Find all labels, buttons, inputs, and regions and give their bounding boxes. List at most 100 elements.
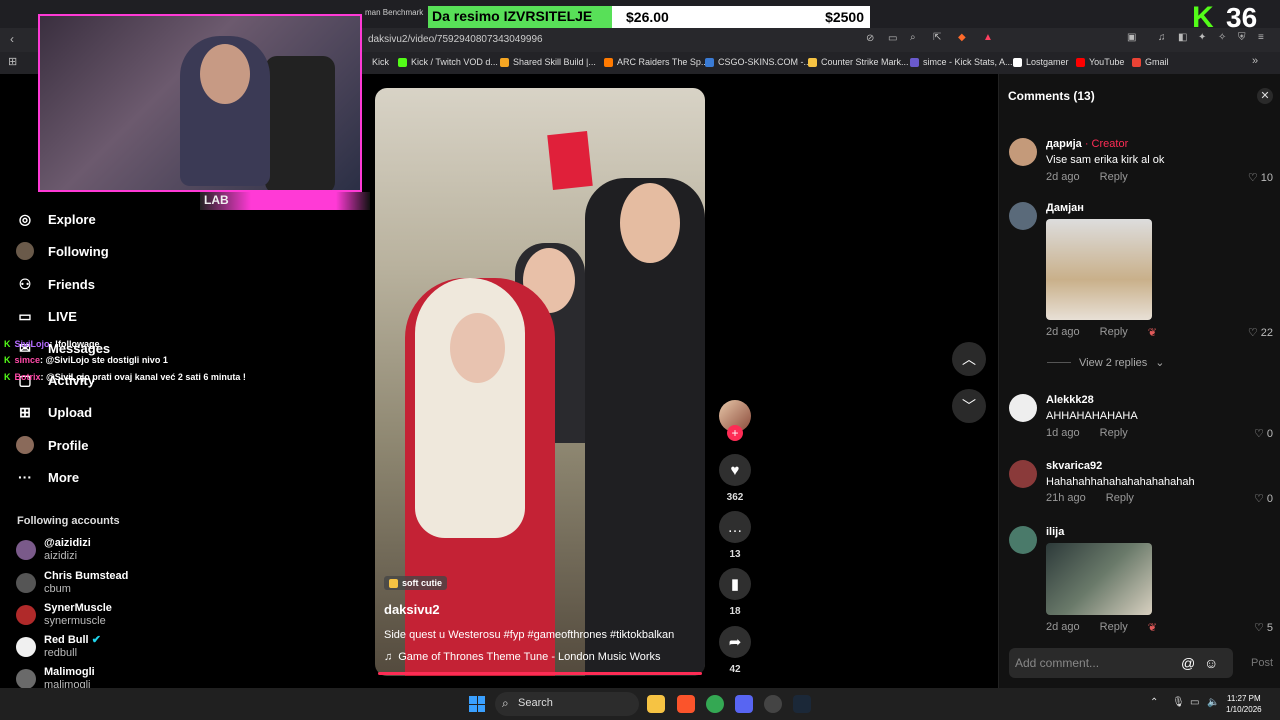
like-comment[interactable]: ♡ 0 (1254, 427, 1273, 440)
bookmark-csgo-skins[interactable]: CSGO-SKINS.COM -... (705, 57, 811, 67)
avatar[interactable] (1009, 394, 1037, 422)
post-button[interactable]: Post (1251, 657, 1273, 669)
tab-benchmark[interactable]: man Benchmark (365, 8, 423, 17)
share-action[interactable]: ➦ 42 (718, 626, 752, 675)
emoji-icon[interactable]: ☺ (1204, 655, 1218, 671)
chrome-icon[interactable] (706, 695, 724, 713)
share-icon[interactable]: ⇱ (933, 32, 941, 43)
previous-video-button[interactable]: ︿ (952, 342, 986, 376)
apps-grid-icon[interactable]: ⊞ (8, 55, 17, 68)
add-comment-input[interactable]: Add comment... (1009, 648, 1233, 678)
sidebar-item-profile[interactable]: Profile (16, 436, 88, 454)
chat-text: : @SiviLojo ste dostigli nivo 1 (40, 355, 168, 365)
bookmark-gmail[interactable]: Gmail (1132, 57, 1169, 67)
sidebar-item-more[interactable]: ··· More (16, 468, 79, 486)
comment-user[interactable]: Дамјан (1046, 202, 1084, 214)
volume-icon[interactable]: 🔈 (1207, 697, 1219, 708)
comment-action[interactable]: … 13 (718, 511, 752, 560)
account-redbull[interactable]: Red Bull ✔ redbull (16, 634, 101, 660)
avatar[interactable] (1009, 138, 1037, 166)
comment-user[interactable]: skvarica92 (1046, 460, 1102, 472)
comment-user[interactable]: дарија · Creator (1046, 138, 1128, 150)
mention-icon[interactable]: @ (1181, 655, 1195, 671)
comment-user[interactable]: Alekkk28 (1046, 394, 1094, 406)
sidebar-item-label: More (48, 469, 80, 485)
like-comment[interactable]: ♡ 10 (1248, 171, 1273, 184)
file-explorer-icon[interactable] (647, 695, 665, 713)
reply-button[interactable]: Reply (1106, 492, 1134, 504)
brave-browser-icon[interactable] (677, 695, 695, 713)
next-video-button[interactable]: ﹀ (952, 389, 986, 423)
bookmark-youtube[interactable]: YouTube (1076, 57, 1124, 67)
taskbar-search[interactable]: ⌕ Search (495, 692, 639, 716)
back-icon[interactable]: ‹ (10, 32, 14, 46)
tracking-icon[interactable]: ⊘ (866, 33, 874, 44)
windows-start-icon[interactable] (469, 696, 485, 712)
bookmark-cs-market[interactable]: Counter Strike Mark... (808, 57, 909, 67)
tray-overflow-icon[interactable]: ⌃ (1150, 697, 1158, 708)
bookmark-kick[interactable]: Kick (372, 57, 389, 67)
network-icon[interactable]: ▭ (1190, 697, 1199, 708)
sidebar-item-friends[interactable]: ⚇ Friends (16, 275, 95, 293)
avatar[interactable] (1009, 526, 1037, 554)
bookmark-icon[interactable]: ▮ (719, 568, 751, 600)
comment-gif[interactable] (1046, 219, 1152, 320)
zoom-icon[interactable]: ⌕ (910, 32, 916, 43)
goal-banner: Da resimo IZVRSITELJE $26.00 $2500 (428, 6, 870, 28)
comment-user[interactable]: ilija (1046, 526, 1064, 538)
heart-icon[interactable]: ♥ (719, 454, 751, 486)
view-replies-button[interactable]: View 2 replies ⌄ (1047, 356, 1165, 369)
sidebar-item-upload[interactable]: ⊞ Upload (16, 403, 92, 421)
save-action[interactable]: ▮ 18 (718, 568, 752, 617)
sidebar-item-live[interactable]: ▭ LIVE (16, 307, 77, 325)
obs-icon[interactable] (764, 695, 782, 713)
kick-badge-icon: K (4, 372, 11, 382)
bookmark-kick-vod[interactable]: Kick / Twitch VOD d... (398, 57, 498, 67)
account-synermuscle[interactable]: SynerMuscle synermuscle (16, 602, 112, 628)
reply-button[interactable]: Reply (1100, 326, 1128, 339)
comment-gif[interactable] (1046, 543, 1152, 615)
microphone-icon[interactable]: 🎙 (1172, 697, 1185, 708)
discord-icon[interactable] (735, 695, 753, 713)
steam-icon[interactable] (793, 695, 811, 713)
video-author[interactable]: daksivu2 (384, 602, 440, 617)
avatar[interactable] (1009, 202, 1037, 230)
close-comments-button[interactable]: ✕ (1257, 88, 1273, 104)
comment-icon[interactable]: … (719, 511, 751, 543)
taskbar-clock[interactable]: 11:27 PM 1/10/2026 (1226, 693, 1262, 715)
bookmark-arc-raiders[interactable]: ARC Raiders The Sp... (604, 57, 708, 67)
sidebar-toggle-icon[interactable]: ◧ (1178, 32, 1187, 43)
sidebar-item-label: Upload (48, 404, 93, 420)
menu-icon[interactable]: ≡ (1258, 32, 1264, 43)
bookmark-skill-build[interactable]: Shared Skill Build |... (500, 57, 596, 67)
verified-icon: ✔ (91, 634, 101, 646)
sidebar-item-following[interactable]: Following (16, 242, 109, 260)
effect-tag[interactable]: soft cutie (384, 576, 448, 590)
rewards-icon[interactable]: ▲ (983, 32, 993, 43)
media-icon[interactable]: ♫ (1158, 32, 1166, 43)
reply-button[interactable]: Reply (1100, 171, 1128, 183)
account-cbum[interactable]: Chris Bumstead cbum (16, 570, 128, 596)
bookmark-lostgamer[interactable]: Lostgamer (1013, 57, 1069, 67)
url-text[interactable]: daksivu2/video/7592940807343049996 (368, 34, 543, 45)
follow-plus-icon[interactable]: + (727, 425, 743, 441)
chat-text: : !followage (49, 339, 100, 349)
avatar[interactable] (1009, 460, 1037, 488)
brave-shield-icon[interactable]: ◆ (958, 32, 966, 43)
wallet-icon[interactable]: ▣ (1127, 32, 1136, 43)
reply-button[interactable]: Reply (1100, 427, 1128, 439)
like-comment[interactable]: ♡ 22 (1248, 326, 1273, 339)
youtube-favicon-icon (1076, 57, 1085, 67)
like-comment[interactable]: ♡ 0 (1254, 492, 1273, 505)
like-comment[interactable]: ♡ 5 (1254, 621, 1273, 634)
screen-icon[interactable]: ▭ (888, 33, 897, 44)
bookmark-kick-stats[interactable]: simce - Kick Stats, A... (910, 57, 1013, 67)
video-progress-bar[interactable] (378, 672, 702, 675)
like-action[interactable]: ♥ 362 (718, 454, 752, 503)
more-bookmarks-icon[interactable]: » (1252, 55, 1258, 67)
video-music[interactable]: ♫ Game of Thrones Theme Tune - London Mus… (384, 651, 661, 663)
reply-button[interactable]: Reply (1100, 621, 1128, 634)
account-aizidizi[interactable]: @aizidizi aizidizi (16, 537, 91, 563)
sidebar-item-explore[interactable]: ◎ Explore (16, 210, 96, 228)
share-arrow-icon[interactable]: ➦ (719, 626, 751, 658)
